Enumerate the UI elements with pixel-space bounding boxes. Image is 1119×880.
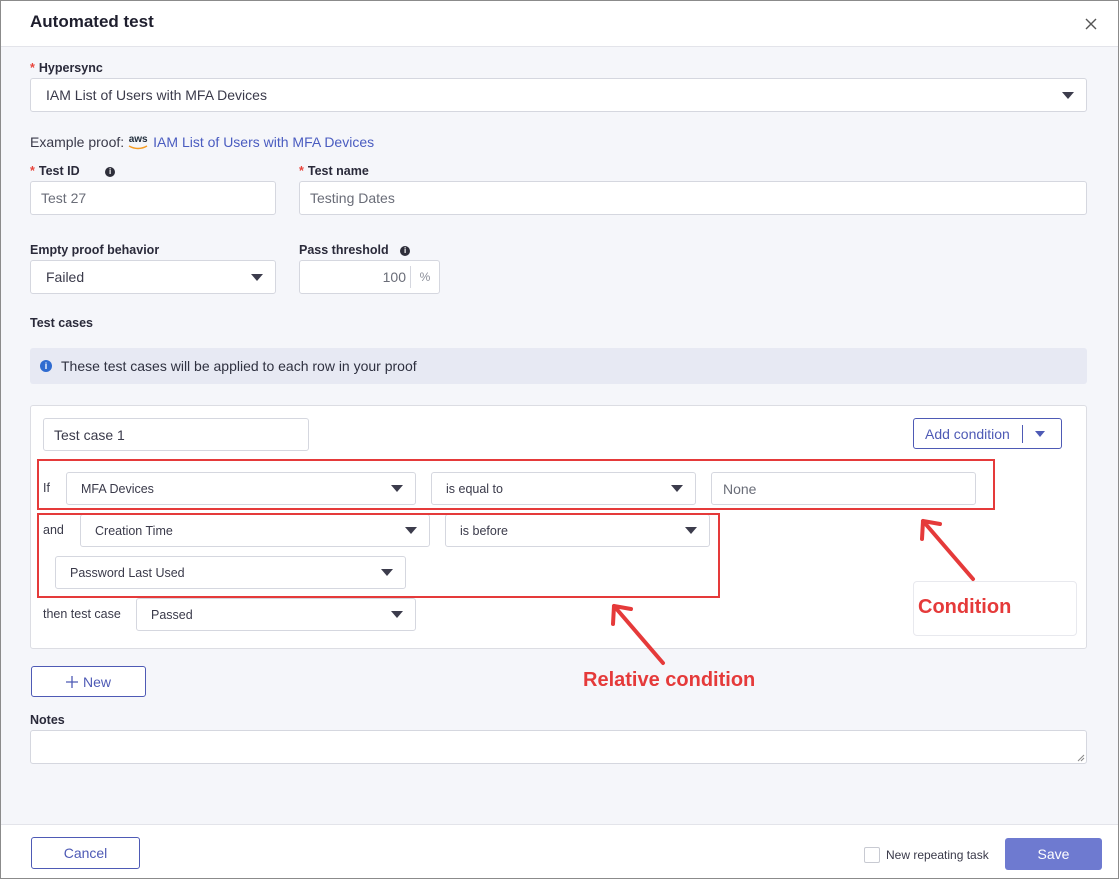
notes-textarea[interactable]: [30, 730, 1087, 764]
relative-condition-annotation: Relative condition: [583, 669, 756, 691]
cancel-button[interactable]: Cancel: [31, 837, 140, 869]
repeating-task-label[interactable]: New repeating task: [886, 848, 989, 862]
automated-test-dialog: Automated test * Hypersync IAM List of Us…: [0, 0, 1119, 879]
notes-label: Notes: [30, 713, 65, 727]
plus-icon: [65, 675, 78, 688]
condition-annotation: Condition: [918, 596, 1012, 618]
save-button[interactable]: Save: [1005, 838, 1102, 870]
new-test-case-button[interactable]: New: [31, 666, 146, 697]
resize-handle-icon[interactable]: [1076, 753, 1085, 762]
repeating-task-checkbox[interactable]: [864, 847, 880, 863]
